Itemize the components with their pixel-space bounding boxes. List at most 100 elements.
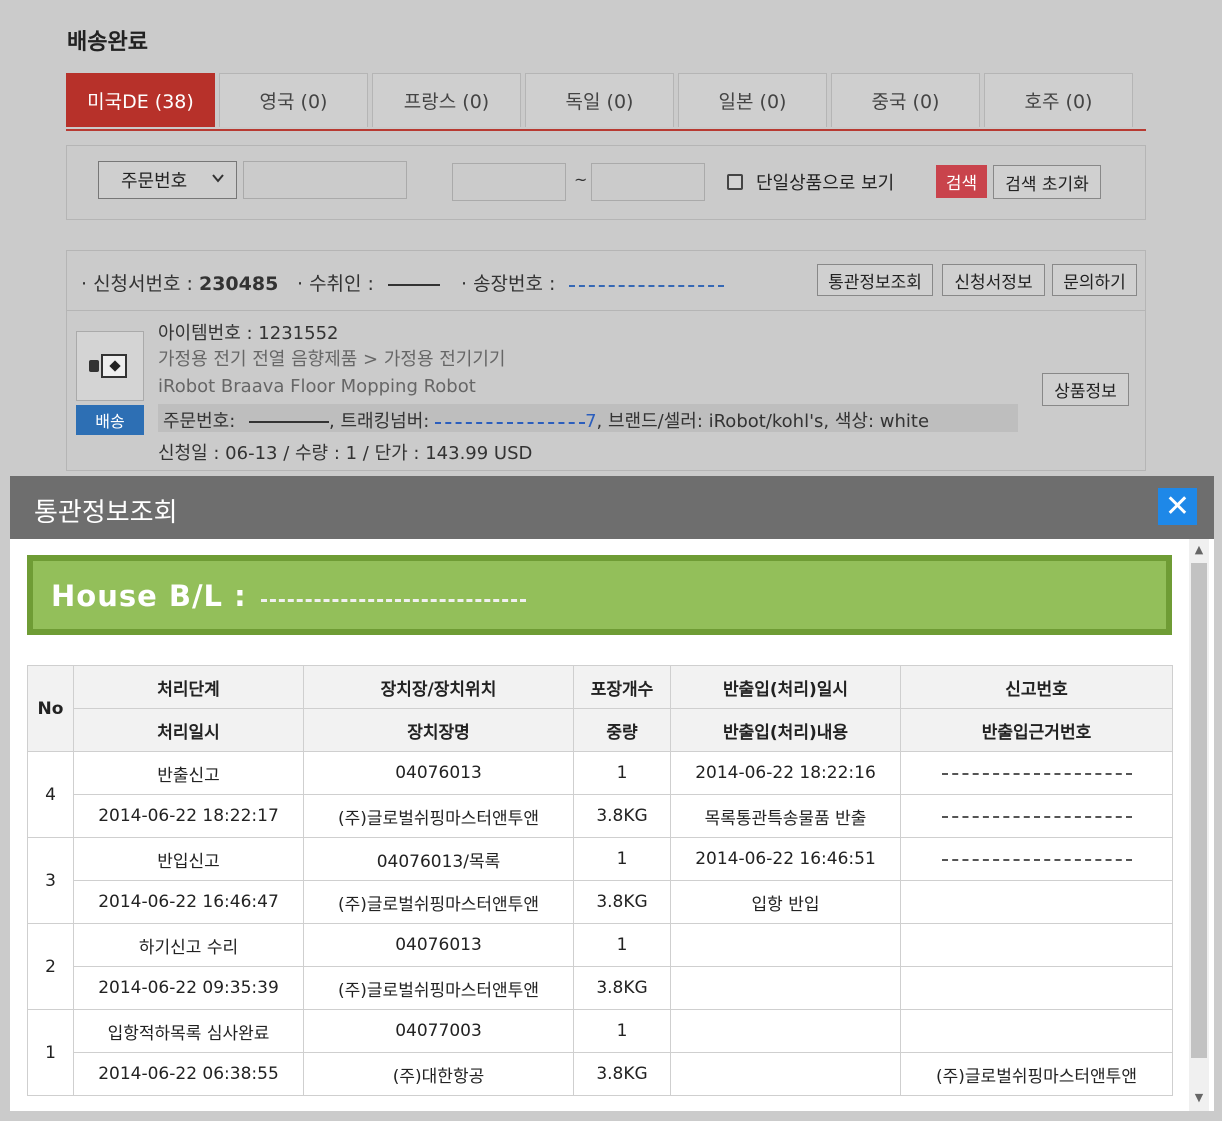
- col-report-no: 신고번호: [900, 665, 1173, 709]
- row-basis-no: [900, 794, 1173, 838]
- house-bl-redacted: [260, 595, 526, 602]
- tab-china[interactable]: 중국 (0): [831, 73, 980, 127]
- row-no: 3: [27, 837, 74, 924]
- date-to-input[interactable]: [591, 163, 705, 201]
- tab-australia[interactable]: 호주 (0): [984, 73, 1133, 127]
- basis-no-redacted: [941, 814, 1132, 818]
- row-packages: 1: [573, 837, 671, 881]
- row-location-name: (주)글로벌쉬핑마스터앤투앤: [303, 966, 574, 1010]
- modal-scrollbar[interactable]: ▲ ▼: [1189, 539, 1209, 1111]
- item-number: 아이템번호 : 1231552: [158, 323, 339, 344]
- page-title: 배송완료: [67, 30, 148, 55]
- col-basis-no: 반출입근거번호: [900, 708, 1173, 752]
- table-row: 2014-06-22 09:35:39 (주)글로벌쉬핑마스터앤투앤 3.8KG: [28, 966, 1173, 1010]
- close-icon[interactable]: ✕: [1158, 488, 1197, 525]
- row-packages: 1: [573, 751, 671, 795]
- report-no-redacted: [941, 771, 1132, 775]
- row-location: 04077003: [303, 1009, 574, 1053]
- row-location: 04076013: [303, 751, 574, 795]
- col-stage: 처리단계: [73, 665, 304, 709]
- customs-info-modal: 통관정보조회 ✕ House B/L : No 처리단계 장치장/장치위치 포장…: [10, 476, 1214, 1111]
- row-detail: [670, 966, 901, 1010]
- row-no: 2: [27, 923, 74, 1010]
- order-header: · 신청서번호 : 230485 · 수취인 : · 송장번호 : 통관정보조회…: [67, 251, 1145, 311]
- row-report-no: [900, 1009, 1173, 1053]
- row-datetime: [670, 923, 901, 967]
- single-item-label: 단일상품으로 보기: [756, 173, 895, 194]
- col-location: 장치장/장치위치: [303, 665, 574, 709]
- modal-body: House B/L : No 처리단계 장치장/장치위치 포장개수 반출입(처리…: [10, 539, 1214, 1111]
- row-weight: 3.8KG: [573, 966, 671, 1010]
- customs-table: No 처리단계 장치장/장치위치 포장개수 반출입(처리)일시 신고번호 처리일…: [27, 665, 1173, 1096]
- row-basis-no: [900, 966, 1173, 1010]
- col-detail: 반출입(처리)내용: [670, 708, 901, 752]
- item-category: 가정용 전기 전열 음향제품 > 가정용 전기기기: [158, 349, 506, 370]
- row-stage: 반출신고: [73, 751, 304, 795]
- reset-search-button[interactable]: 검색 초기화: [993, 165, 1101, 199]
- scrollbar-thumb[interactable]: [1191, 563, 1207, 1058]
- tab-japan[interactable]: 일본 (0): [678, 73, 827, 127]
- scroll-down-icon[interactable]: ▼: [1189, 1091, 1209, 1105]
- invoice-number: · 송장번호 :: [461, 269, 725, 296]
- inquiry-button[interactable]: 문의하기: [1052, 264, 1137, 296]
- invoice-redacted-link[interactable]: [569, 283, 725, 287]
- invoice-label: · 송장번호 :: [461, 273, 562, 295]
- row-detail: 목록통관특송물품 반출: [670, 794, 901, 838]
- row-packages: 1: [573, 1009, 671, 1053]
- modal-header: 통관정보조회 ✕: [10, 476, 1214, 539]
- row-report-no: [900, 923, 1173, 967]
- row-location-name: (주)글로벌쉬핑마스터앤투앤: [303, 794, 574, 838]
- item-summary: 신청일 : 06-13 / 수량 : 1 / 단가 : 143.99 USD: [158, 443, 533, 464]
- col-no: No: [27, 665, 74, 752]
- house-bl-text: House B/L :: [51, 579, 526, 613]
- date-from-input[interactable]: [452, 163, 566, 201]
- application-number-value: 230485: [198, 273, 279, 295]
- table-row: 1 입항적하목록 심사완료 04077003 1: [27, 1009, 1173, 1096]
- item-detail: 주문번호: , 트래킹넘버: 7, 브랜드/셀러: iRobot/kohl's,…: [163, 407, 929, 433]
- row-datetime: 2014-06-22 16:46:51: [670, 837, 901, 881]
- row-packages: 1: [573, 923, 671, 967]
- tracking-link[interactable]: 7: [435, 411, 597, 432]
- table-row: 2014-06-22 16:46:47 (주)글로벌쉬핑마스터앤투앤 3.8KG…: [28, 880, 1173, 924]
- row-stage-time: 2014-06-22 18:22:17: [73, 794, 304, 838]
- table-header-row: 처리일시 장치장명 중량 반출입(처리)내용 반출입근거번호: [28, 708, 1173, 752]
- row-datetime: [670, 1009, 901, 1053]
- row-no: 1: [27, 1009, 74, 1096]
- report-no-redacted: [941, 857, 1132, 861]
- product-thumbnail[interactable]: [76, 331, 144, 401]
- row-stage-time: 2014-06-22 06:38:55: [73, 1052, 304, 1096]
- item-name: iRobot Braava Floor Mopping Robot: [158, 376, 476, 397]
- col-stage-time: 처리일시: [73, 708, 304, 752]
- tab-usa-de[interactable]: 미국DE (38): [66, 73, 215, 127]
- tab-uk[interactable]: 영국 (0): [219, 73, 368, 127]
- search-keyword-input[interactable]: [243, 161, 407, 199]
- table-row: 2 하기신고 수리 04076013 1: [27, 923, 1173, 1010]
- row-detail: [670, 1052, 901, 1096]
- row-location: 04076013: [303, 923, 574, 967]
- status-badge: 배송: [76, 405, 144, 435]
- row-report-no: [900, 751, 1173, 795]
- tab-france[interactable]: 프랑스 (0): [372, 73, 521, 127]
- house-bl-banner: House B/L :: [27, 555, 1172, 635]
- search-panel: 주문번호 ~ 단일상품으로 보기 검색 검색 초기화: [66, 145, 1146, 220]
- table-row: 3 반입신고 04076013/목록 1 2014-06-22 16:46:51: [27, 837, 1173, 924]
- country-tabs: 미국DE (38) 영국 (0) 프랑스 (0) 독일 (0) 일본 (0) 중…: [66, 73, 1146, 131]
- tracking-tail: 7: [585, 411, 597, 432]
- row-basis-no: [900, 880, 1173, 924]
- row-stage: 입항적하목록 심사완료: [73, 1009, 304, 1053]
- order-no-label: 주문번호:: [163, 411, 242, 432]
- search-button[interactable]: 검색: [936, 165, 987, 198]
- row-stage: 하기신고 수리: [73, 923, 304, 967]
- col-weight: 중량: [573, 708, 671, 752]
- recipient-redacted: [388, 283, 440, 286]
- single-item-checkbox[interactable]: [727, 174, 743, 190]
- date-range-separator: ~: [574, 170, 588, 189]
- product-info-button[interactable]: 상품정보: [1042, 373, 1129, 406]
- row-location-name: (주)대한항공: [303, 1052, 574, 1096]
- tab-germany[interactable]: 독일 (0): [525, 73, 674, 127]
- customs-info-button[interactable]: 통관정보조회: [817, 264, 933, 296]
- application-info-button[interactable]: 신청서정보: [942, 264, 1045, 296]
- search-field-select[interactable]: 주문번호: [98, 161, 237, 199]
- table-row: 4 반출신고 04076013 1 2014-06-22 18:22:16: [27, 751, 1173, 838]
- scroll-up-icon[interactable]: ▲: [1189, 543, 1209, 557]
